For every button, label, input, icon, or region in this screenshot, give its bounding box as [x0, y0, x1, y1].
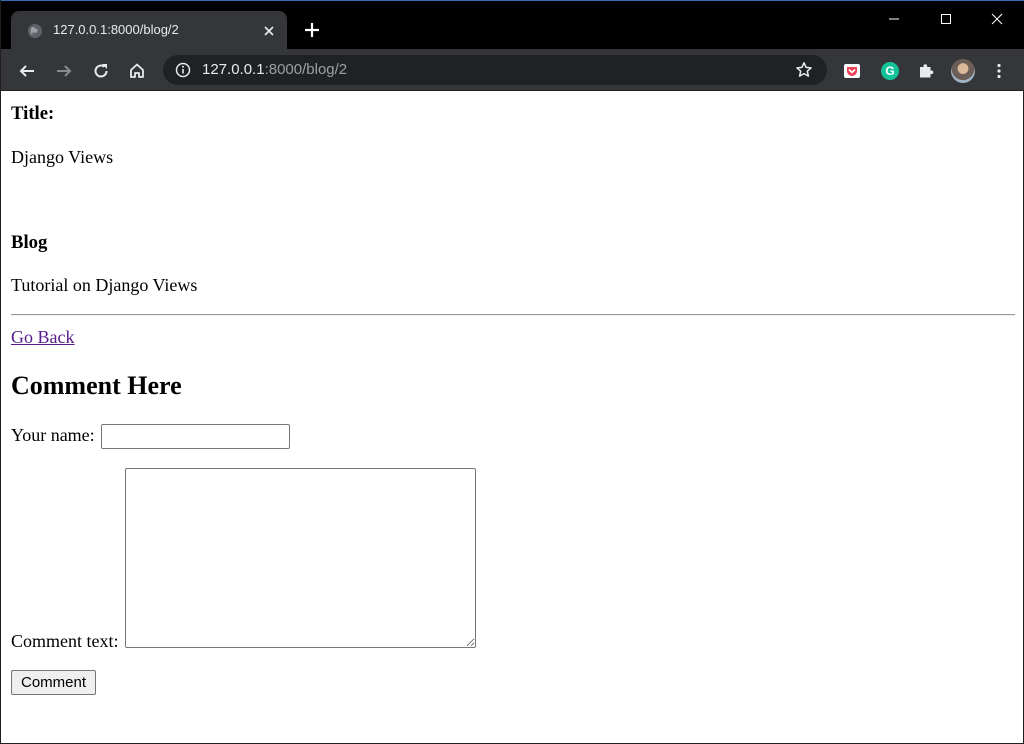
- url-host: 127.0.0.1: [202, 61, 265, 78]
- address-bar[interactable]: 127.0.0.1:8000/blog/2: [163, 55, 827, 85]
- reload-button[interactable]: [87, 57, 115, 85]
- home-button[interactable]: [123, 57, 151, 85]
- name-input[interactable]: [101, 424, 290, 449]
- name-label: Your name:: [11, 425, 95, 445]
- maximize-icon: [941, 14, 951, 24]
- menu-button[interactable]: [987, 59, 1011, 83]
- url-text[interactable]: 127.0.0.1:8000/blog/2: [202, 61, 347, 78]
- comment-label: Comment text:: [11, 631, 119, 651]
- blog-text: Tutorial on Django Views: [11, 275, 198, 295]
- comment-button[interactable]: Comment: [11, 670, 96, 695]
- divider: [11, 314, 1015, 316]
- post-title: Django Views: [11, 147, 114, 167]
- comment-heading: Comment Here: [11, 371, 182, 400]
- grammarly-icon: G: [881, 62, 899, 80]
- minimize-icon: [889, 18, 899, 20]
- star-icon[interactable]: [795, 61, 813, 79]
- url-path: :8000/blog/2: [264, 61, 348, 78]
- arrow-right-icon: [57, 65, 72, 77]
- tab-title: 127.0.0.1:8000/blog/2: [53, 22, 179, 37]
- pocket-icon: [844, 64, 860, 78]
- browser-tab[interactable]: 127.0.0.1:8000/blog/2: [11, 11, 287, 50]
- extensions-button[interactable]: [914, 59, 938, 83]
- profile-button[interactable]: [951, 59, 975, 83]
- browser-titlebar: 127.0.0.1:8000/blog/2: [1, 0, 1024, 50]
- comment-textarea[interactable]: [125, 468, 476, 648]
- kebab-menu-icon: [997, 63, 1001, 79]
- close-icon: [991, 13, 1003, 25]
- blog-heading: Blog: [11, 232, 48, 253]
- window-close-button[interactable]: [971, 1, 1023, 37]
- reload-icon: [94, 64, 108, 78]
- browser-toolbar: 127.0.0.1:8000/blog/2 G: [1, 49, 1024, 91]
- arrow-left-icon: [19, 65, 34, 77]
- puzzle-icon: [920, 64, 934, 78]
- back-button[interactable]: [13, 57, 41, 85]
- go-back-link[interactable]: Go Back: [11, 327, 74, 348]
- maximize-button[interactable]: [920, 1, 972, 37]
- pocket-extension-button[interactable]: [840, 59, 864, 83]
- grammarly-extension-button[interactable]: G: [878, 59, 902, 83]
- avatar: [951, 59, 975, 83]
- title-heading: Title:: [11, 103, 55, 124]
- forward-button[interactable]: [50, 57, 78, 85]
- home-icon: [130, 63, 144, 78]
- close-icon[interactable]: [261, 23, 277, 39]
- plus-icon[interactable]: [302, 20, 322, 40]
- globe-icon: [28, 24, 42, 38]
- minimize-button[interactable]: [868, 1, 920, 37]
- info-icon[interactable]: [175, 62, 191, 78]
